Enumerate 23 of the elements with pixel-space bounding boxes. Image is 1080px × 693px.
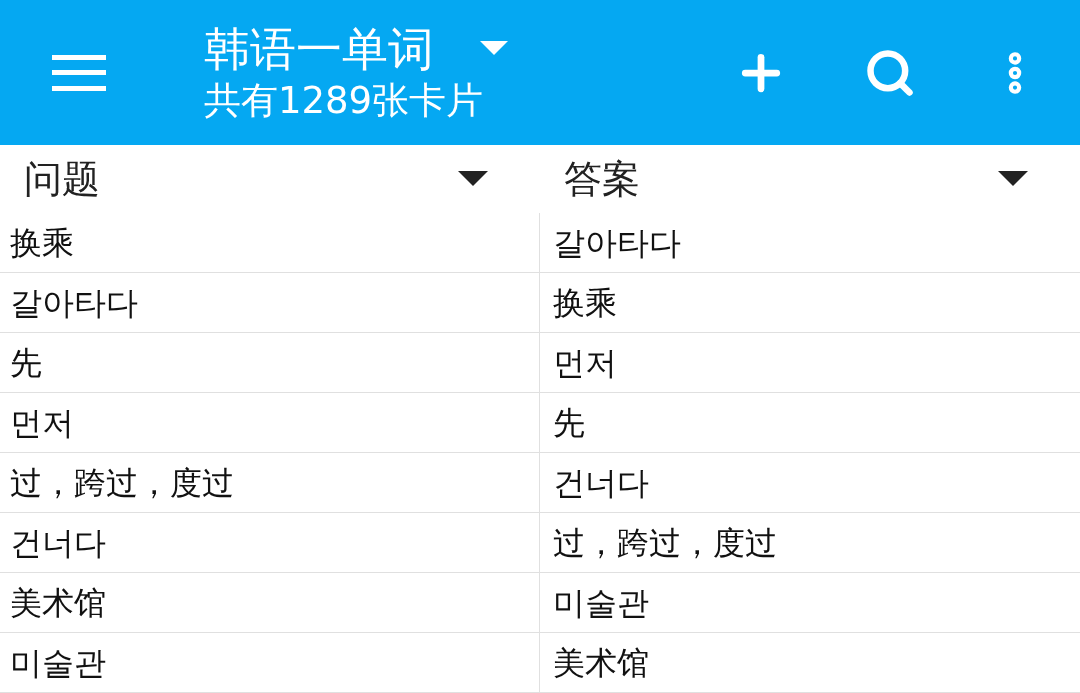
table-cell-text: 건너다	[552, 462, 650, 504]
table-cell: 美术馆	[0, 573, 540, 632]
table-cell-text: 먼저	[552, 342, 618, 384]
dropdown-icon[interactable]	[480, 40, 508, 57]
column-selector[interactable]: 问题	[0, 145, 540, 213]
menu-icon[interactable]	[52, 54, 106, 91]
table-cell-text: 先	[552, 402, 586, 444]
dropdown-icon	[998, 171, 1028, 187]
table-cell: 먼저	[0, 393, 540, 452]
table-cell-text: 미술관	[552, 582, 650, 624]
table-cell: 换乘	[0, 213, 540, 272]
card-count: 共有1289张卡片	[204, 77, 485, 124]
column-selector[interactable]: 答案	[540, 145, 1080, 213]
table-cell: 先	[0, 333, 540, 392]
table-cell: 건너다	[0, 513, 540, 572]
table-cell-text: 换乘	[552, 282, 618, 324]
table-cell: 미술관	[0, 633, 540, 692]
dropdown-icon	[458, 171, 488, 187]
table-cell: 갈아타다	[0, 273, 540, 332]
table-cell-text: 过，跨过，度过	[552, 522, 778, 564]
table-cell: 过，跨过，度过	[0, 453, 540, 512]
table-cell-text: 美术馆	[552, 642, 650, 684]
table-cell-text: 갈아타다	[552, 222, 682, 264]
